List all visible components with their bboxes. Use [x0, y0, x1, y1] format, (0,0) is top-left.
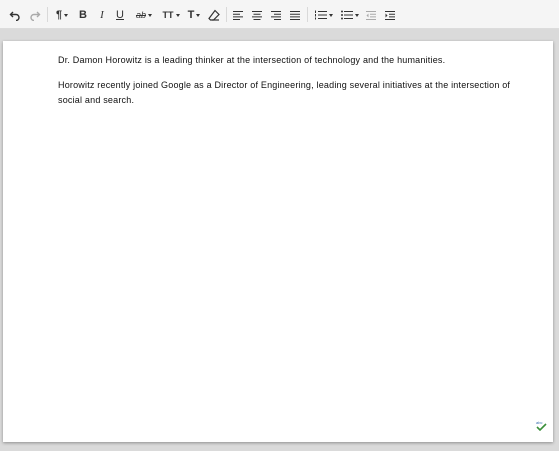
align-center-button[interactable]	[251, 7, 263, 23]
bold-button[interactable]: B	[77, 7, 89, 23]
redo-icon	[30, 11, 41, 21]
italic-icon: I	[100, 9, 104, 21]
indent-button[interactable]	[384, 7, 396, 23]
editor-toolbar: ¶ B I U ab TT T	[0, 0, 559, 29]
eraser-icon	[208, 9, 220, 21]
spellcheck-button[interactable]: abc	[536, 418, 547, 436]
justify-icon	[290, 10, 300, 20]
font-size-icon: TT	[162, 10, 174, 20]
underline-button[interactable]: U	[114, 7, 126, 23]
pilcrow-icon: ¶	[55, 9, 63, 21]
redo-button[interactable]	[28, 7, 42, 23]
strikethrough-button[interactable]: ab	[133, 7, 155, 23]
outdent-icon	[366, 10, 376, 20]
document-page[interactable]: Dr. Damon Horowitz is a leading thinker …	[3, 41, 553, 442]
document-paragraph[interactable]: Dr. Damon Horowitz is a leading thinker …	[58, 53, 518, 68]
align-left-button[interactable]	[232, 7, 244, 23]
underline-icon: U	[116, 9, 124, 21]
numbered-list-icon	[315, 10, 327, 20]
text-color-button[interactable]: T	[186, 7, 202, 23]
bulleted-list-icon	[341, 10, 353, 20]
bold-icon: B	[79, 9, 87, 21]
bulleted-list-button[interactable]	[340, 7, 360, 23]
align-right-button[interactable]	[270, 7, 282, 23]
outdent-button[interactable]	[365, 7, 377, 23]
justify-button[interactable]	[289, 7, 301, 23]
align-center-icon	[252, 10, 262, 20]
text-color-icon: T	[187, 9, 195, 21]
toolbar-separator	[307, 7, 308, 22]
undo-button[interactable]	[8, 7, 22, 23]
toolbar-separator	[47, 7, 48, 22]
clear-formatting-button[interactable]	[207, 7, 221, 23]
align-right-icon	[271, 10, 281, 20]
document-paragraph[interactable]: Horowitz recently joined Google as a Dir…	[58, 78, 518, 108]
italic-button[interactable]: I	[96, 7, 108, 23]
indent-icon	[385, 10, 395, 20]
strikethrough-icon: ab	[135, 10, 146, 20]
font-size-button[interactable]: TT	[160, 7, 182, 23]
document-content[interactable]: Dr. Damon Horowitz is a leading thinker …	[58, 53, 518, 118]
align-left-icon	[233, 10, 243, 20]
spellcheck-icon: abc	[536, 420, 547, 432]
svg-text:abc: abc	[536, 420, 542, 425]
paragraph-format-button[interactable]: ¶	[53, 7, 71, 23]
undo-icon	[9, 11, 20, 21]
numbered-list-button[interactable]	[314, 7, 334, 23]
toolbar-separator	[226, 7, 227, 22]
